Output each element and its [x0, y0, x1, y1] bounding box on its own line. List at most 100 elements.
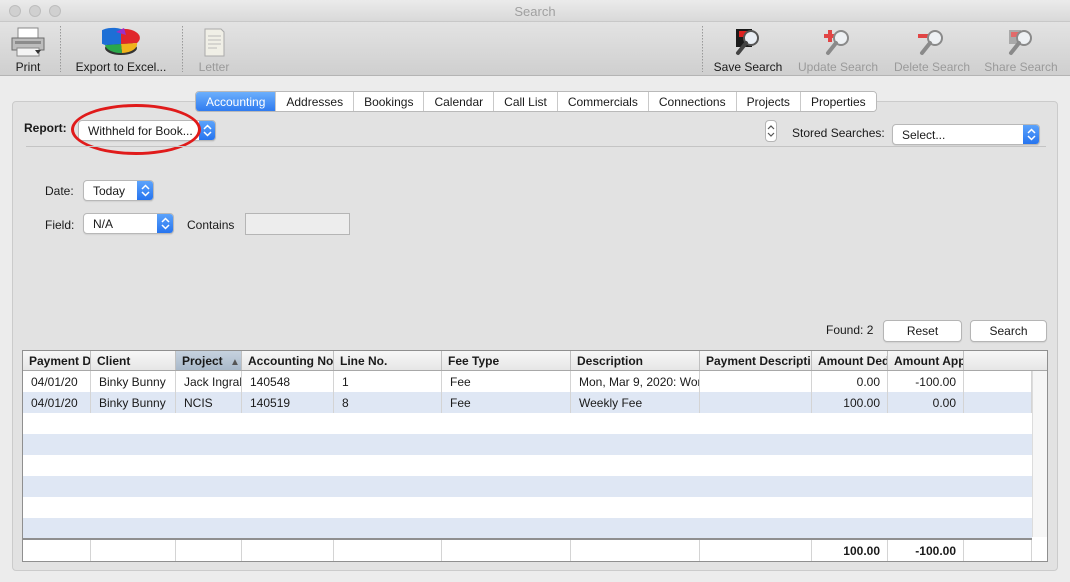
chevron-up-down-icon [203, 124, 212, 137]
table-row[interactable]: 04/01/20 Binky Bunny NCIS 140519 8 Fee W… [23, 392, 1032, 413]
tab-commercials[interactable]: Commercials [557, 92, 649, 111]
column-header-description[interactable]: Description [571, 351, 700, 370]
cell-client: Binky Bunny [91, 392, 176, 413]
delete-search-button[interactable]: Delete Search [894, 26, 970, 74]
tab-call-list[interactable]: Call List [494, 92, 558, 111]
date-select-value: Today [93, 184, 126, 198]
cell-amount-ded: 100.00 [812, 392, 888, 413]
field-select-arrow [157, 214, 173, 233]
stored-searches-label: Stored Searches: [792, 126, 885, 140]
chevron-up-down-icon [161, 217, 170, 230]
total-cell-empty [176, 540, 242, 561]
tab-addresses[interactable]: Addresses [276, 92, 355, 111]
cell-amount-ded: 0.00 [812, 371, 888, 392]
column-header-amount-app[interactable]: Amount App [888, 351, 964, 370]
column-header-fee-type[interactable]: Fee Type [442, 351, 571, 370]
stored-searches-select[interactable]: Select... [892, 124, 1040, 145]
sort-ascending-icon: ▲ [230, 357, 240, 368]
column-header-amount-ded[interactable]: Amount Ded [812, 351, 888, 370]
contains-input[interactable] [245, 213, 350, 235]
cell-client: Binky Bunny [91, 371, 176, 392]
vertical-scrollbar[interactable] [1032, 371, 1047, 537]
tab-calendar[interactable]: Calendar [424, 92, 495, 111]
cell-payment-description [700, 392, 812, 413]
report-select-value: Withheld for Book... [88, 124, 193, 138]
delete-search-icon [918, 30, 943, 55]
empty-row [23, 434, 1032, 455]
total-amount-app: -100.00 [888, 540, 964, 561]
table-row[interactable]: 04/01/20 Binky Bunny Jack Ingrah 140548 … [23, 371, 1032, 392]
chevron-up-down-icon [1027, 128, 1036, 141]
column-header-project-label: Project [182, 354, 223, 368]
search-button[interactable]: Search [970, 320, 1047, 342]
total-cell-empty [242, 540, 334, 561]
total-cell-empty [23, 540, 91, 561]
update-search-icon [824, 30, 849, 55]
reset-button[interactable]: Reset [883, 320, 962, 342]
cell-line-no: 8 [334, 392, 442, 413]
total-cell-empty [442, 540, 571, 561]
cell-fee-type: Fee [442, 392, 571, 413]
category-tabs: Accounting Addresses Bookings Calendar C… [195, 91, 877, 112]
update-search-label: Update Search [798, 60, 879, 74]
column-header-payment-description[interactable]: Payment Descriptio [700, 351, 812, 370]
empty-row [23, 476, 1032, 497]
tab-projects[interactable]: Projects [736, 92, 801, 111]
column-header-client[interactable]: Client [91, 351, 176, 370]
empty-row [23, 497, 1032, 518]
cell-description: Mon, Mar 9, 2020: Wor [571, 371, 700, 392]
total-amount-ded: 100.00 [812, 540, 888, 561]
contains-label: Contains [187, 218, 235, 232]
print-button[interactable]: Print [8, 26, 48, 74]
export-label: Export to Excel... [75, 60, 167, 74]
tab-properties[interactable]: Properties [800, 92, 876, 111]
date-select[interactable]: Today [83, 180, 154, 201]
chevron-up-down-icon [141, 184, 150, 197]
tab-bookings[interactable]: Bookings [354, 92, 425, 111]
share-search-button[interactable]: Share Search [984, 26, 1058, 74]
cell-line-no: 1 [334, 371, 442, 392]
empty-row [23, 518, 1032, 539]
report-select[interactable]: Withheld for Book... [78, 120, 216, 141]
toolbar-separator [182, 26, 183, 72]
cell-accounting-no: 140548 [242, 371, 334, 392]
column-header-accounting-no[interactable]: Accounting No. [242, 351, 334, 370]
total-cell-empty [964, 540, 1032, 561]
letter-button[interactable]: Letter [194, 26, 234, 74]
found-count: Found: 2 [826, 323, 874, 337]
cell-empty [964, 392, 1032, 413]
field-select-value: N/A [93, 217, 114, 231]
export-to-excel-button[interactable]: Export to Excel... [72, 26, 170, 74]
date-label: Date: [45, 184, 74, 198]
cell-amount-app: 0.00 [888, 392, 964, 413]
title-bar: Search [0, 0, 1070, 22]
update-search-button[interactable]: Update Search [798, 26, 878, 74]
report-select-arrow [199, 121, 215, 140]
share-search-label: Share Search [984, 60, 1058, 74]
total-cell-empty [91, 540, 176, 561]
cell-payment-date: 04/01/20 [23, 371, 91, 392]
column-header-line-no[interactable]: Line No. [334, 351, 442, 370]
tab-accounting[interactable]: Accounting [196, 92, 277, 111]
cell-description: Weekly Fee [571, 392, 700, 413]
column-header-payment-date[interactable]: Payment D [23, 351, 91, 370]
stored-searches-stepper[interactable] [765, 120, 777, 142]
total-cell-empty [700, 540, 812, 561]
cell-payment-date: 04/01/20 [23, 392, 91, 413]
chevron-up-down-icon [767, 125, 775, 137]
save-search-label: Save Search [713, 60, 783, 74]
tab-connections[interactable]: Connections [648, 92, 737, 111]
date-select-arrow [137, 181, 153, 200]
total-cell-empty [571, 540, 700, 561]
column-header-project[interactable]: Project ▲ [176, 351, 242, 370]
field-select[interactable]: N/A [83, 213, 174, 234]
toolbar: Print Export to Excel... Letter Save Sea… [0, 22, 1070, 76]
table-header: Payment D Client Project ▲ Accounting No… [23, 351, 1047, 371]
share-search-icon [1009, 30, 1032, 55]
totals-row: 100.00 -100.00 [23, 538, 1032, 561]
cell-payment-description [700, 371, 812, 392]
cell-accounting-no: 140519 [242, 392, 334, 413]
save-search-button[interactable]: Save Search [712, 26, 784, 74]
letter-icon [204, 28, 225, 57]
toolbar-separator [702, 26, 703, 72]
